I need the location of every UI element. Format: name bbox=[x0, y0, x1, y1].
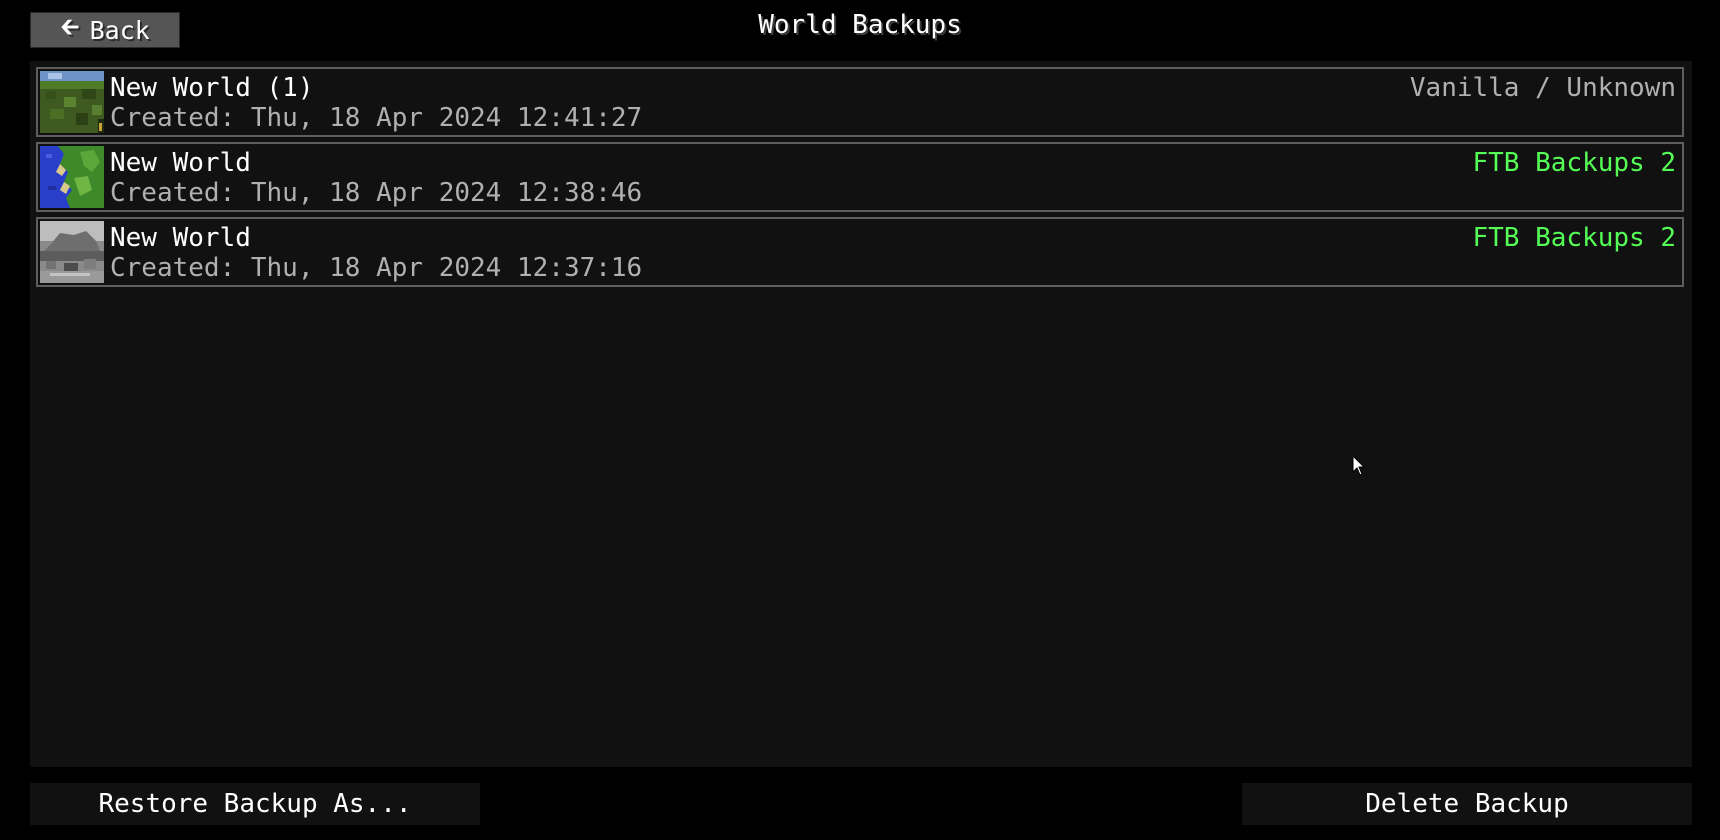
backup-list[interactable]: New World (1) Created: Thu, 18 Apr 2024 … bbox=[30, 61, 1692, 767]
backup-row[interactable]: New World (1) Created: Thu, 18 Apr 2024 … bbox=[36, 67, 1684, 137]
back-button[interactable]: 🡰 Back bbox=[30, 12, 180, 48]
page-title: World Backups bbox=[758, 10, 962, 40]
backup-source-label: FTB Backups 2 bbox=[1472, 148, 1677, 178]
created-date: Created: Thu, 18 Apr 2024 12:38:46 bbox=[110, 178, 643, 208]
restore-backup-as-button[interactable]: Restore Backup As... bbox=[30, 783, 480, 825]
world-name: New World bbox=[110, 223, 251, 253]
world-name: New World bbox=[110, 148, 251, 178]
grass-block-world-thumbnail-icon bbox=[40, 71, 104, 133]
world-backups-screen: 🡰 Back World Backups New World (1) Creat… bbox=[0, 0, 1720, 840]
backup-row[interactable]: New World Created: Thu, 18 Apr 2024 12:3… bbox=[36, 142, 1684, 212]
backup-row[interactable]: New World Created: Thu, 18 Apr 2024 12:3… bbox=[36, 217, 1684, 287]
created-date: Created: Thu, 18 Apr 2024 12:41:27 bbox=[110, 103, 643, 133]
backup-source-label: Vanilla / Unknown bbox=[1409, 73, 1676, 103]
backup-source-label: FTB Backups 2 bbox=[1472, 223, 1677, 253]
grey-world-thumbnail-icon bbox=[40, 221, 104, 283]
back-button-label: Back bbox=[89, 15, 150, 45]
delete-backup-button[interactable]: Delete Backup bbox=[1242, 783, 1692, 825]
world-name: New World (1) bbox=[110, 73, 314, 103]
back-arrow-icon: 🡰 bbox=[60, 12, 80, 41]
created-date: Created: Thu, 18 Apr 2024 12:37:16 bbox=[110, 253, 643, 283]
map-world-thumbnail-icon bbox=[40, 146, 104, 208]
